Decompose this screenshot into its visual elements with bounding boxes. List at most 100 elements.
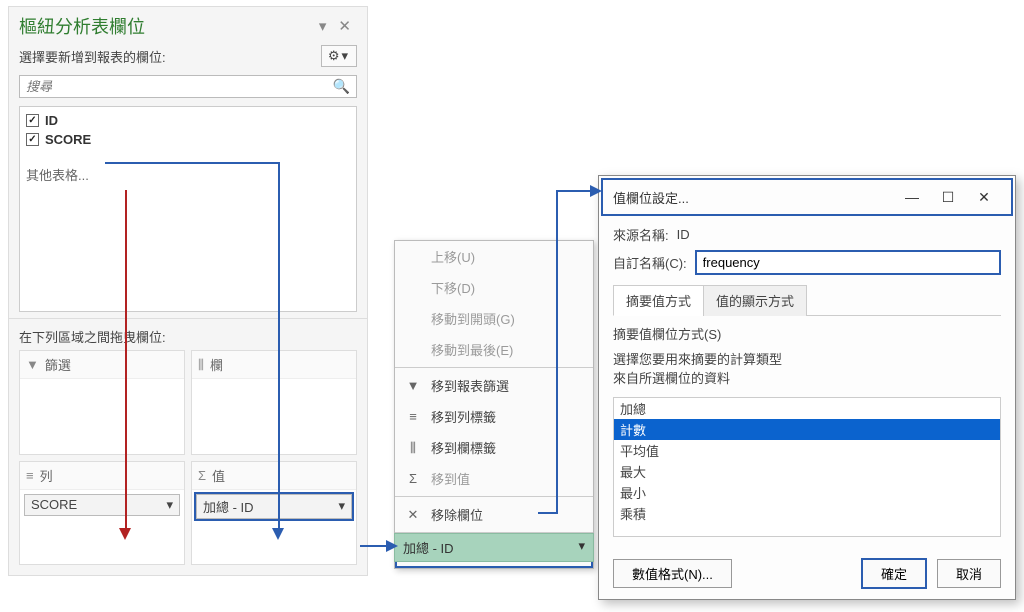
- field-label: ID: [45, 113, 58, 128]
- field-score[interactable]: ✓ SCORE: [26, 130, 350, 149]
- values-pill[interactable]: 加總 - ID ▾: [196, 494, 352, 519]
- layout-button[interactable]: ⚙ ▾: [321, 45, 357, 67]
- arrow-id-v: [278, 162, 280, 530]
- chevron-down-icon: ▾: [341, 48, 348, 64]
- summarize-desc2: 來自所選欄位的資料: [613, 368, 1001, 387]
- chevron-down-icon[interactable]: ▾: [338, 498, 345, 514]
- context-menu-tail-pill[interactable]: 加總 - ID ▾: [394, 533, 594, 562]
- search-row: 🔍: [9, 75, 367, 106]
- zone-label: 值: [212, 466, 225, 485]
- menu-to-values: Σ移到值: [395, 463, 593, 494]
- arrow-head-icon: [386, 540, 398, 552]
- menu-to-cols[interactable]: ⫼移到欄標籤: [395, 432, 593, 463]
- menu-remove-field[interactable]: ✕移除欄位: [395, 499, 593, 530]
- maximize-icon[interactable]: ☐: [931, 186, 965, 208]
- source-name-label: 來源名稱:: [613, 225, 669, 244]
- tab-show-as[interactable]: 值的顯示方式: [703, 285, 807, 316]
- minimize-icon[interactable]: —: [895, 186, 929, 208]
- values-context-menu: 上移(U) 下移(D) 移動到開頭(G) 移動到最後(E) ▼移到報表篩選 ≡移…: [394, 240, 594, 569]
- sum-opt-avg[interactable]: 平均值: [614, 440, 1000, 461]
- checkbox-checked-icon[interactable]: ✓: [26, 133, 39, 146]
- sigma-icon: Σ: [198, 468, 206, 483]
- ok-button[interactable]: 確定: [861, 558, 927, 589]
- pivot-fields-panel: 樞紐分析表欄位 ▾ ✕ 選擇要新增到報表的欄位: ⚙ ▾ 🔍 ✓ ID ✓ SC…: [8, 6, 368, 576]
- arrow-head-icon: [119, 528, 131, 540]
- rows-icon: ≡: [405, 409, 421, 424]
- panel-header: 樞紐分析表欄位 ▾ ✕: [9, 7, 367, 41]
- zone-label: 欄: [210, 355, 223, 374]
- search-input[interactable]: [26, 79, 333, 94]
- chevron-down-icon[interactable]: ▾: [166, 497, 173, 513]
- zone-rows[interactable]: ≡ 列 SCORE ▾: [19, 461, 185, 566]
- arrow-ctx-stub: [538, 512, 558, 514]
- sigma-icon: Σ: [405, 471, 421, 486]
- gear-icon: ⚙: [328, 48, 340, 64]
- close-icon[interactable]: ✕: [967, 186, 1001, 208]
- sum-opt-sum[interactable]: 加總: [614, 398, 1000, 419]
- zone-label: 列: [40, 466, 53, 485]
- pill-label: 加總 - ID: [203, 497, 254, 516]
- zone-label: 篩選: [45, 355, 71, 374]
- menu-to-rows[interactable]: ≡移到列標籤: [395, 401, 593, 432]
- pill-label: SCORE: [31, 497, 77, 512]
- arrow-head-icon: [272, 528, 284, 540]
- sum-opt-count[interactable]: 計數: [614, 419, 1000, 440]
- tab-summarize[interactable]: 摘要值方式: [613, 285, 704, 316]
- panel-title: 樞紐分析表欄位: [19, 13, 313, 39]
- pill-label: 加總 - ID: [403, 538, 454, 557]
- rows-pill[interactable]: SCORE ▾: [24, 494, 180, 516]
- arrow-values-to-ctx: [360, 545, 388, 547]
- columns-icon: ⫼: [405, 440, 421, 456]
- arrow-id-h: [105, 162, 280, 164]
- menu-move-begin: 移動到開頭(G): [395, 303, 593, 334]
- dialog-body: 來源名稱: ID 自訂名稱(C): 摘要值方式 值的顯示方式 摘要值欄位方式(S…: [599, 218, 1015, 548]
- drag-areas-label: 在下列區域之間拖曳欄位:: [9, 318, 367, 350]
- search-icon: 🔍: [333, 78, 350, 95]
- sum-opt-min[interactable]: 最小: [614, 482, 1000, 503]
- choose-fields-label: 選擇要新增到報表的欄位:: [19, 47, 321, 66]
- zone-filter[interactable]: ▼ 篩選: [19, 350, 185, 455]
- sum-opt-prod[interactable]: 乘積: [614, 503, 1000, 524]
- chevron-down-icon: ▾: [578, 538, 585, 557]
- dialog-title: 值欄位設定...: [613, 188, 893, 207]
- arrow-score-to-rows: [125, 190, 127, 530]
- number-format-button[interactable]: 數值格式(N)...: [613, 559, 732, 588]
- dropdown-icon[interactable]: ▾: [313, 17, 333, 35]
- menu-to-filter[interactable]: ▼移到報表篩選: [395, 370, 593, 401]
- remove-icon: ✕: [405, 507, 421, 523]
- summarize-head: 摘要值欄位方式(S): [613, 316, 1001, 343]
- arrow-head-icon: [590, 185, 602, 197]
- search-box[interactable]: 🔍: [19, 75, 357, 98]
- filter-icon: ▼: [405, 378, 421, 393]
- arrow-ctx-to-dlg-h: [556, 190, 592, 192]
- field-label: SCORE: [45, 132, 91, 147]
- source-name-value: ID: [677, 227, 690, 242]
- zone-columns[interactable]: ⫼欄: [191, 350, 357, 455]
- choose-fields-row: 選擇要新增到報表的欄位: ⚙ ▾: [9, 41, 367, 75]
- dialog-titlebar[interactable]: 值欄位設定... — ☐ ✕: [603, 180, 1011, 214]
- summarize-desc1: 選擇您要用來摘要的計算類型: [613, 343, 1001, 368]
- rows-icon: ≡: [26, 468, 34, 483]
- dialog-tabs: 摘要值方式 值的顯示方式: [613, 284, 1001, 316]
- checkbox-checked-icon[interactable]: ✓: [26, 114, 39, 127]
- field-list[interactable]: ✓ ID ✓ SCORE 其他表格...: [19, 106, 357, 312]
- menu-divider: [395, 496, 593, 497]
- custom-name-label: 自訂名稱(C):: [613, 253, 687, 272]
- menu-move-up: 上移(U): [395, 241, 593, 272]
- value-field-settings-dialog: 值欄位設定... — ☐ ✕ 來源名稱: ID 自訂名稱(C): 摘要值方式 值…: [598, 175, 1016, 600]
- cancel-button[interactable]: 取消: [937, 559, 1001, 588]
- zone-values[interactable]: Σ值 加總 - ID ▾: [191, 461, 357, 566]
- menu-divider: [395, 367, 593, 368]
- summarize-listbox[interactable]: 加總 計數 平均值 最大 最小 乘積: [613, 397, 1001, 537]
- close-icon[interactable]: ✕: [332, 17, 357, 35]
- field-id[interactable]: ✓ ID: [26, 111, 350, 130]
- menu-move-end: 移動到最後(E): [395, 334, 593, 365]
- custom-name-input[interactable]: [695, 250, 1001, 275]
- dialog-footer: 數值格式(N)... 確定 取消: [599, 548, 1015, 599]
- menu-move-down: 下移(D): [395, 272, 593, 303]
- other-tables-link[interactable]: 其他表格...: [26, 149, 350, 184]
- filter-icon: ▼: [26, 357, 39, 372]
- sum-opt-max[interactable]: 最大: [614, 461, 1000, 482]
- arrow-ctx-to-dlg-v: [556, 190, 558, 512]
- drop-zones: ▼ 篩選 ⫼欄 ≡ 列 SCORE ▾ Σ值 加總 - ID ▾: [9, 350, 367, 575]
